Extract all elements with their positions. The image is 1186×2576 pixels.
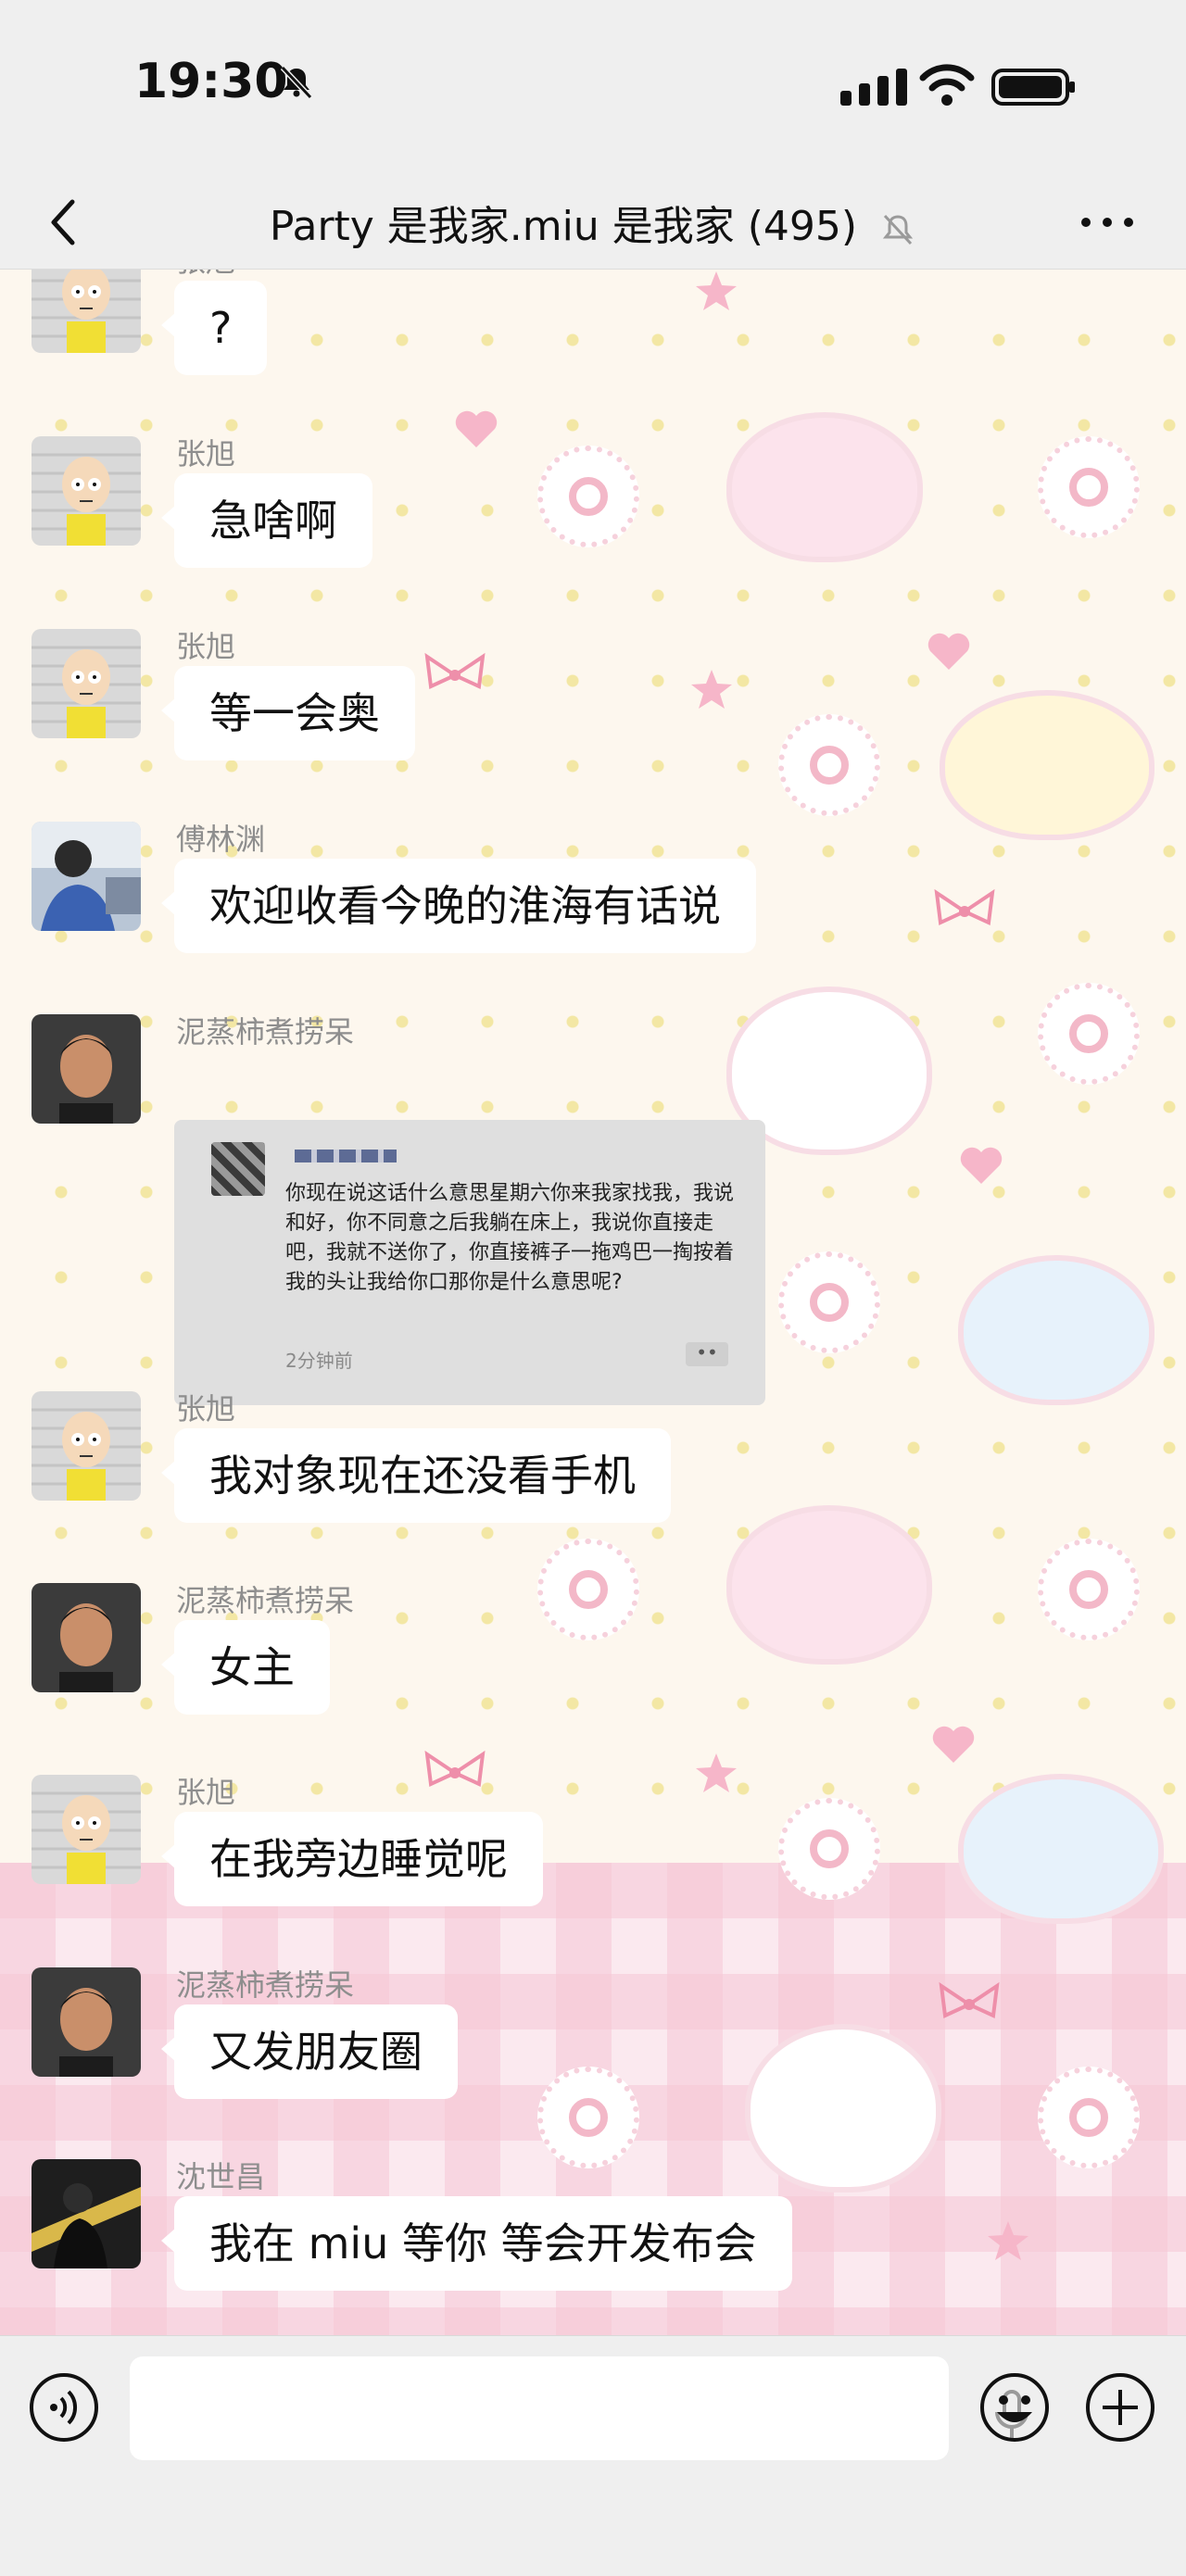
input-bar <box>0 2335 1186 2576</box>
wallpaper-swirl-decoration <box>778 1251 880 1353</box>
chat-title-text: Party 是我家.miu 是我家 (495) <box>269 203 858 250</box>
bell-off-icon <box>280 65 313 100</box>
avatar[interactable] <box>32 1775 141 1884</box>
avatar[interactable] <box>32 2159 141 2268</box>
wallpaper-star-decoration <box>696 271 737 310</box>
wallpaper-swirl-decoration <box>537 446 639 547</box>
card-name-redacted <box>295 1150 397 1162</box>
avatar[interactable] <box>32 1967 141 2077</box>
wallpaper-star-decoration <box>696 1753 737 1792</box>
card-text: 你现在说这话什么意思星期六你来我家找我，我说和好，你不同意之后我躺在床上，我说你… <box>285 1182 735 1294</box>
plus-icon[interactable] <box>1084 2371 1156 2444</box>
shared-image-card[interactable]: 你现在说这话什么意思星期六你来我家找我，我说和好，你不同意之后我躺在床上，我说你… <box>174 1120 765 1405</box>
message-bubble[interactable]: 欢迎收看今晚的淮海有话说 <box>161 859 756 953</box>
card-avatar <box>211 1142 265 1196</box>
sender-name: 沈世昌 <box>176 2159 266 2194</box>
wallpaper-swirl-decoration <box>1038 983 1140 1085</box>
sender-name: 张旭 <box>176 1775 236 1810</box>
sender-name: 张旭 <box>176 1391 236 1426</box>
wallpaper-kitty-decoration <box>732 1511 927 1659</box>
wallpaper-star-decoration <box>988 2221 1028 2260</box>
message-bubble[interactable]: 女主 <box>161 1620 330 1715</box>
wallpaper-swirl-decoration <box>1038 2067 1140 2168</box>
wallpaper-swirl-decoration <box>778 714 880 816</box>
wallpaper-swirl-decoration <box>1038 1539 1140 1640</box>
avatar[interactable] <box>32 1391 141 1501</box>
wallpaper-bow-decoration <box>934 888 995 925</box>
avatar[interactable] <box>32 822 141 931</box>
more-dots-icon[interactable] <box>1075 204 1140 241</box>
wallpaper-heart-decoration <box>932 1726 975 1763</box>
wallpaper-bow-decoration <box>939 1981 1000 2018</box>
wallpaper-kitty-decoration <box>751 2029 936 2187</box>
wallpaper-kitty-decoration <box>964 1779 1158 1918</box>
bell-off-icon <box>882 214 914 245</box>
sender-name: 张旭 <box>176 629 236 664</box>
wallpaper-star-decoration <box>691 670 732 709</box>
wifi-icon <box>919 64 975 106</box>
message-bubble[interactable]: 在我旁边睡觉呢 <box>161 1812 543 1906</box>
sender-name: 泥蒸柿煮捞呆 <box>176 1583 355 1618</box>
message-list[interactable]: 张旭 ? 张旭 急啥啊 张旭 等一会奥 傅林渊 <box>0 270 1186 2335</box>
message-bubble[interactable]: 又发朋友圈 <box>161 2004 458 2099</box>
sender-name: 傅林渊 <box>176 822 266 857</box>
avatar[interactable] <box>32 629 141 738</box>
message-bubble[interactable]: 我在 miu 等你 等会开发布会 <box>161 2196 792 2291</box>
status-time: 19:30 <box>134 54 288 109</box>
message-bubble[interactable]: 急啥啊 <box>161 473 372 568</box>
voice-icon[interactable] <box>28 2371 100 2444</box>
card-time: 2分钟前 <box>285 1350 353 1372</box>
signal-icon <box>840 69 907 106</box>
wallpaper-kitty-decoration <box>945 696 1149 835</box>
chat-header: Party 是我家.miu 是我家 (495) <box>0 176 1186 270</box>
chat-title: Party 是我家.miu 是我家 (495) <box>0 193 1186 252</box>
message-bubble[interactable]: 等一会奥 <box>161 666 415 760</box>
wallpaper-bow-decoration <box>424 652 486 689</box>
sender-name: 泥蒸柿煮捞呆 <box>176 1014 355 1049</box>
wallpaper-bow-decoration <box>424 1750 486 1787</box>
wallpaper-swirl-decoration <box>1038 436 1140 538</box>
avatar[interactable] <box>32 436 141 546</box>
avatar[interactable] <box>32 270 141 353</box>
emoji-icon[interactable] <box>978 2371 1051 2444</box>
message-bubble[interactable]: ? <box>160 281 268 375</box>
chat-screen: 19:30 Party 是我家.miu 是我家 (495) ? 张旭 急啥啊 张… <box>0 0 1186 2576</box>
avatar[interactable] <box>32 1583 141 1692</box>
message-input[interactable] <box>130 2356 1028 2460</box>
wallpaper-swirl-decoration <box>537 2067 639 2168</box>
avatar[interactable] <box>32 1014 141 1124</box>
wallpaper-heart-decoration <box>927 633 970 670</box>
status-bar: 19:30 <box>0 0 1186 176</box>
wallpaper-swirl-decoration <box>778 1798 880 1900</box>
sender-name: 泥蒸柿煮捞呆 <box>176 1967 355 2003</box>
wallpaper-heart-decoration <box>960 1147 1003 1184</box>
message-bubble[interactable]: 我对象现在还没看手机 <box>161 1428 671 1523</box>
sender-name: 张旭 <box>176 436 236 471</box>
card-more-icon: •• <box>686 1342 728 1366</box>
wallpaper-kitty-decoration <box>732 418 917 557</box>
battery-icon <box>991 69 1075 106</box>
wallpaper-heart-decoration <box>455 410 498 447</box>
wallpaper-kitty-decoration <box>964 1261 1149 1400</box>
wallpaper-swirl-decoration <box>537 1539 639 1640</box>
sender-name: 张旭 <box>176 270 235 281</box>
